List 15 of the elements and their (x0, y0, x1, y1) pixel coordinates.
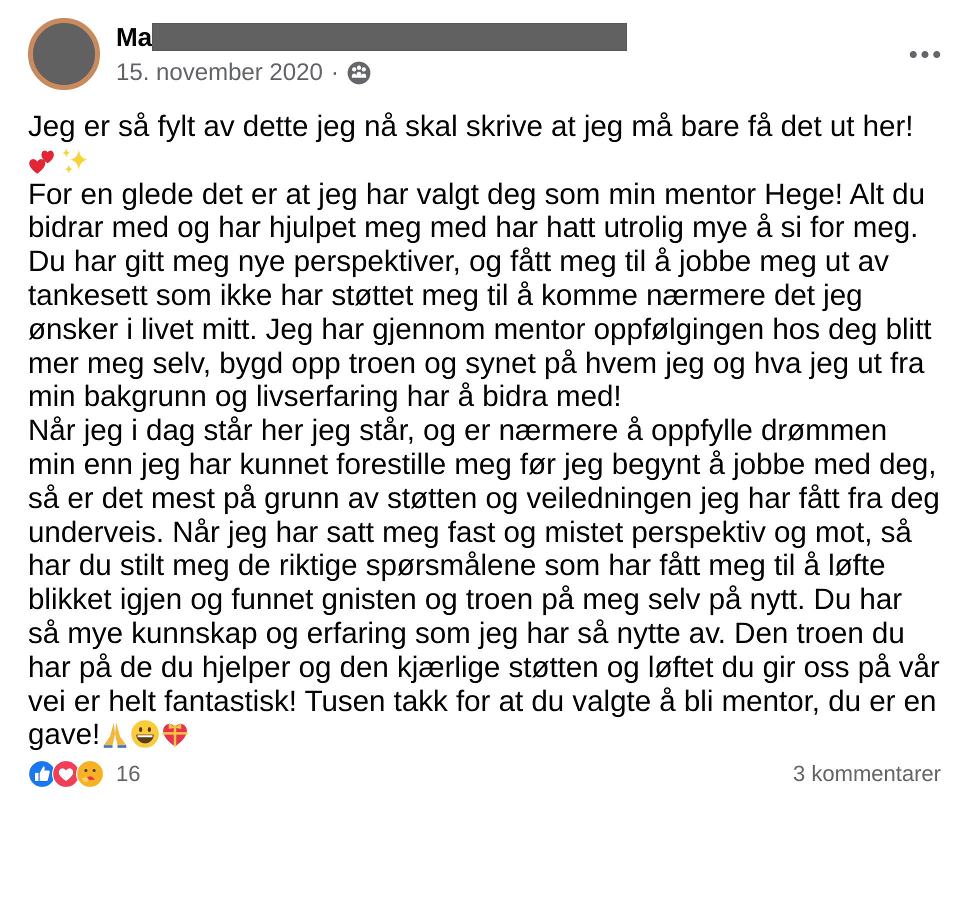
group-icon (346, 60, 371, 84)
sparkles-icon (60, 146, 90, 176)
comment-count[interactable]: 3 kommentarer (793, 761, 941, 788)
thumbs-up-icon[interactable] (28, 760, 56, 788)
post-text: Du har gitt meg nye perspektiver, og fått meg til å jobbe meg ut av tankesett som ikke har støttet meg til å komme nærmere det jeg ønsker i livet mitt. Jeg har gjennom mentor oppfølgingen hos deg blitt mer meg selv, bygd opp troen og synet på hvem jeg og hva jeg ut fra min bakgrunn og livserfaring har å bidra med! (28, 245, 932, 414)
more-options-icon[interactable] (909, 50, 941, 59)
post-text: For en glede det er at jeg har valgt deg som min mentor Hege! Alt du bidrar med og har hjulpet meg med har hatt utrolig mye å si for meg. (28, 178, 926, 246)
post-text: Jeg er så fylt av dette jeg nå skal skrive at jeg må bare få det ut her! (28, 110, 914, 144)
hugging-face-icon[interactable] (76, 760, 104, 788)
post-date[interactable]: 15. november 2020 (116, 58, 323, 86)
post-text: Når jeg i dag står her jeg står, og er nærmere å oppfylle drømmen min enn jeg har kunnet forestille meg før jeg begynt å jobbe med deg, så er det mest på grunn av støtten og veiledningen jeg har fått fra deg underveis. Når jeg har satt meg fast og mistet perspektiv og mot, så har du stilt meg de riktige spørsmålene som har fått meg til å løfte blikket igjen og funnet gnisten og troen på meg selv på nytt. Du har så mye kunnskap og erfaring som jeg har så nytte av. Den troen du har på de du hjelper og den kjærlige støtten og løftet du gir oss på vår vei er helt fantastisk! Tusen takk for at du valgte å bli mentor, du er en gave! (28, 414, 941, 752)
reaction-count[interactable]: 16 (116, 761, 140, 788)
author-name[interactable]: Ma (116, 22, 152, 52)
separator-dot: · (330, 58, 339, 86)
grinning-face-icon (130, 719, 160, 750)
